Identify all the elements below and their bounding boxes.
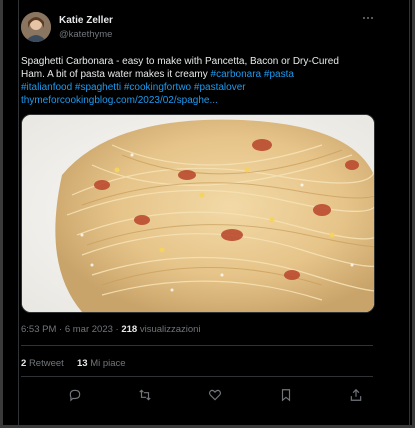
- likes-label: Mi piace: [90, 358, 126, 369]
- avatar[interactable]: [21, 12, 51, 42]
- views-count: 218: [121, 324, 138, 335]
- action-bar: [21, 386, 373, 404]
- tweet-photo[interactable]: [21, 114, 375, 313]
- tweet-time[interactable]: 6:53 PM: [21, 324, 56, 335]
- author-handle[interactable]: @katethyme: [59, 29, 112, 40]
- share-icon[interactable]: [347, 386, 365, 404]
- meta-separator: ·: [115, 324, 119, 335]
- tweet-text: Spaghetti Carbonara - easy to make with …: [21, 55, 381, 107]
- bookmark-icon[interactable]: [277, 386, 295, 404]
- tweet-text-plain: Ham. A bit of pasta water makes it cream…: [21, 69, 211, 80]
- tweet-meta: 6:53 PM · 6 mar 2023 · 218 visualizzazio…: [21, 324, 201, 335]
- retweets-count: 2: [21, 358, 27, 369]
- tweet-text-line-2: Ham. A bit of pasta water makes it cream…: [21, 68, 381, 81]
- meta-separator: ·: [59, 324, 63, 335]
- reply-icon[interactable]: [66, 386, 84, 404]
- spaghetti-carbonara-photo: [22, 115, 374, 312]
- likes-stat[interactable]: 13 Mi piace: [77, 358, 126, 369]
- retweets-label: Retweet: [28, 358, 64, 369]
- tweet-text-line-1: Spaghetti Carbonara - easy to make with …: [21, 56, 339, 67]
- blog-link[interactable]: thymeforcookingblog.com/2023/02/spaghe..…: [21, 94, 381, 107]
- views-label: visualizzazioni: [139, 324, 201, 335]
- tweet-date[interactable]: 6 mar 2023: [65, 324, 113, 335]
- hashtag-links[interactable]: #carbonara #pasta: [211, 69, 294, 80]
- divider: [21, 376, 373, 377]
- more-icon[interactable]: [361, 14, 375, 22]
- author-display-name[interactable]: Katie Zeller: [59, 15, 113, 26]
- retweets-stat[interactable]: 2 Retweet: [21, 358, 64, 369]
- hashtag-links-line-3[interactable]: #italianfood #spaghetti #cookingfortwo #…: [21, 81, 381, 94]
- tweet-stats: 2 Retweet 13 Mi piace: [21, 358, 126, 369]
- likes-count: 13: [77, 358, 88, 369]
- retweet-icon[interactable]: [136, 386, 154, 404]
- heart-icon[interactable]: [206, 386, 224, 404]
- divider: [21, 345, 373, 346]
